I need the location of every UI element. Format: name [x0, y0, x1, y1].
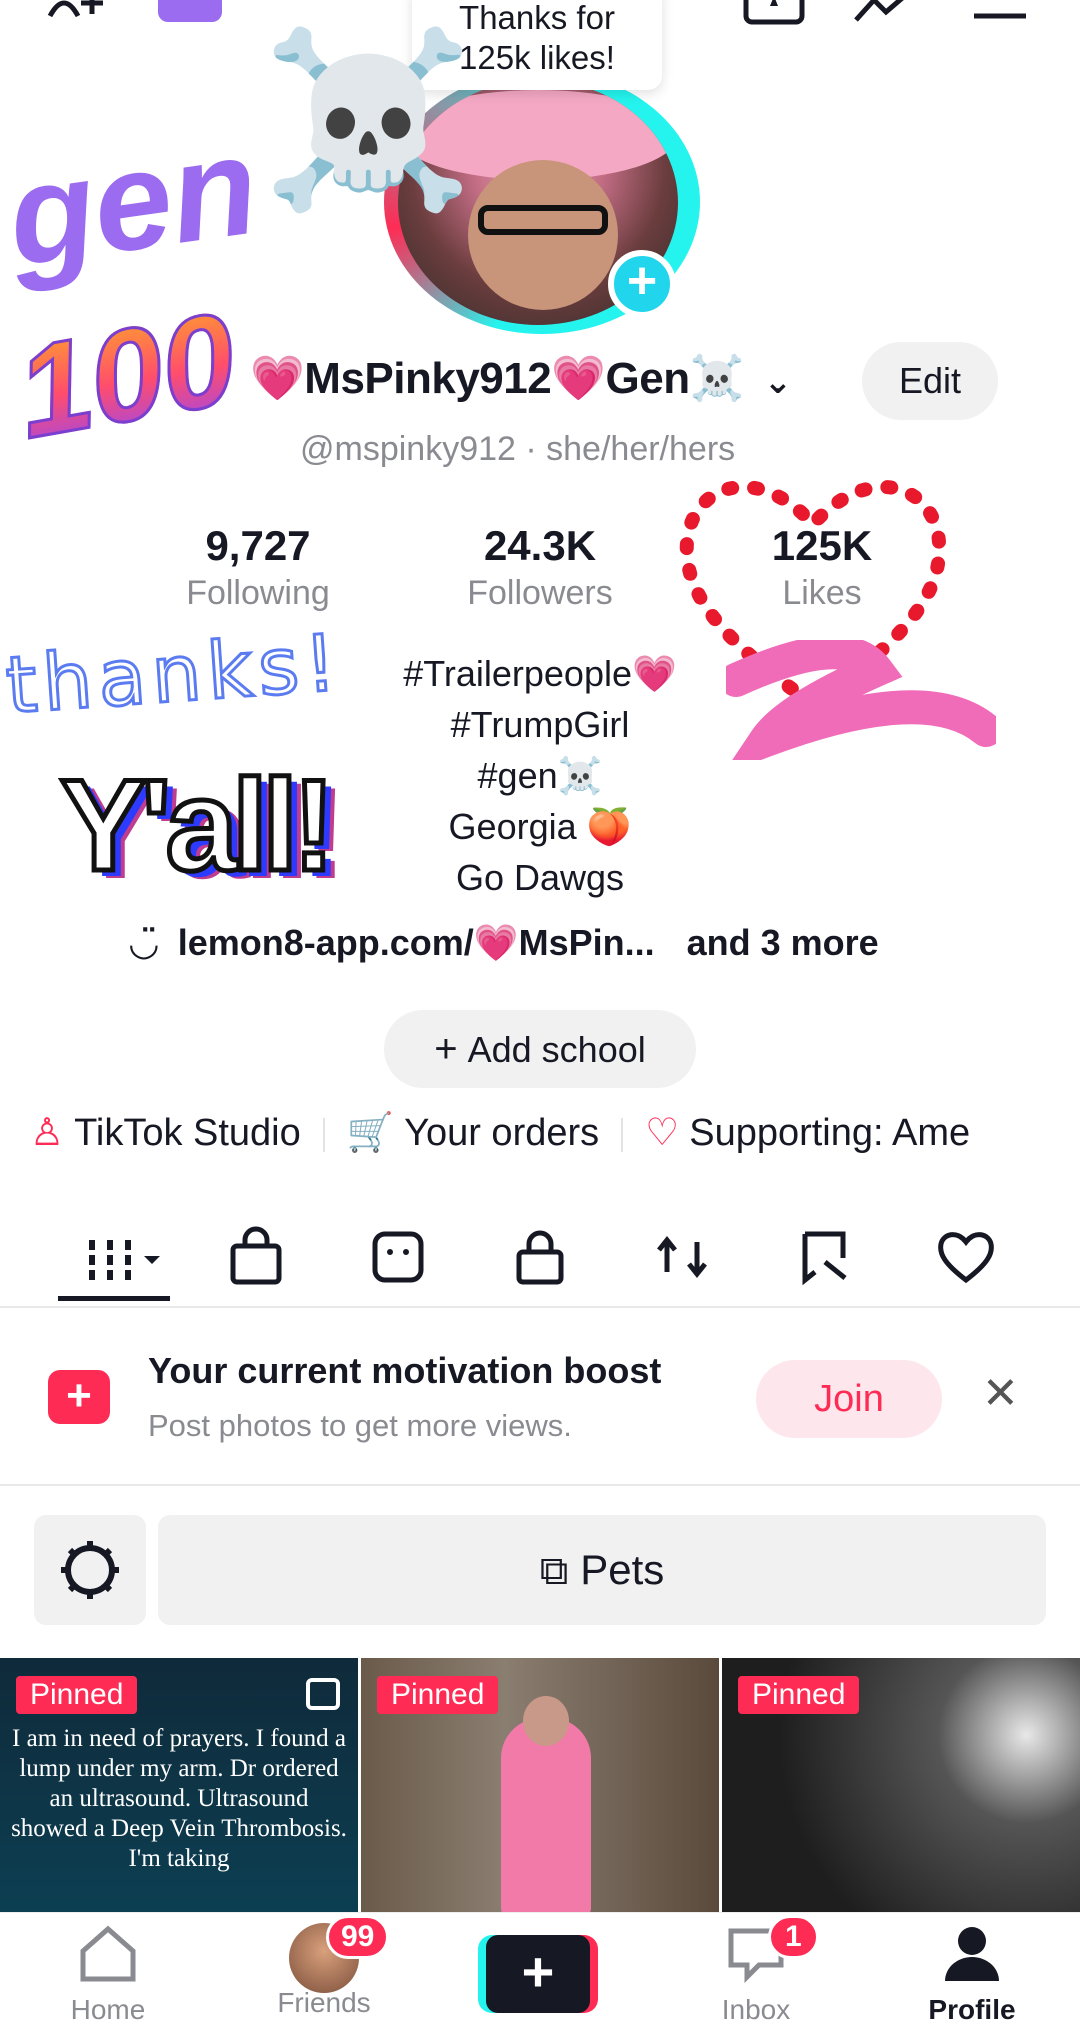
edit-profile-button[interactable]: Edit [862, 342, 998, 420]
tab-stickers[interactable] [358, 1222, 438, 1302]
tab-shop[interactable] [216, 1222, 296, 1302]
nav-profile[interactable]: Profile [892, 1923, 1052, 2026]
video-thumbnail[interactable]: Pinned [361, 1658, 719, 1914]
tiktok-badge-icon[interactable] [158, 0, 222, 22]
avatar-glasses [478, 205, 608, 235]
pinned-badge: Pinned [738, 1676, 860, 1714]
menu-icon[interactable] [970, 0, 1030, 31]
video-thumbnail[interactable]: Pinned I am in need of prayers. I found … [0, 1658, 358, 1914]
cart-icon: 🛒 [346, 1112, 395, 1154]
stat-likes[interactable]: 125K Likes [712, 522, 932, 613]
boost-title: Your current motivation boost [148, 1350, 662, 1391]
activity-icon[interactable] [852, 0, 922, 31]
pinned-badge: Pinned [377, 1676, 499, 1714]
tab-saved[interactable] [784, 1222, 864, 1302]
collection-icon: ⧉ [539, 1549, 569, 1593]
nav-label: Friends [277, 1987, 371, 2018]
add-school-label: Add school [467, 1029, 646, 1070]
plus-icon: + [486, 1935, 590, 2013]
nav-friends[interactable]: Friends 99 [244, 1915, 404, 2019]
pink-scribble-sticker [719, 635, 1003, 775]
divider [322, 1117, 325, 1152]
stat-followers[interactable]: 24.3K Followers [430, 522, 650, 613]
nav-inbox[interactable]: Inbox 1 [676, 1915, 836, 2026]
heart-hand-icon: ♡ [645, 1112, 680, 1154]
creator-tools-row: ♙ TikTok Studio 🛒 Your orders ♡ Supporting: A… [30, 1110, 988, 1155]
add-story-button[interactable]: + [608, 250, 676, 318]
plus-icon: + [434, 1027, 458, 1071]
carousel-icon [306, 1678, 340, 1710]
video-thumbnail[interactable]: Pinned [722, 1658, 1080, 1914]
stat-label: Following [186, 574, 330, 612]
person-star-icon: ♙ [30, 1112, 65, 1154]
collection-settings-button[interactable] [34, 1515, 146, 1625]
nav-home[interactable]: Home [28, 1923, 188, 2026]
close-icon[interactable]: ✕ [982, 1368, 1019, 1419]
stat-value: 9,727 [205, 522, 311, 569]
motivation-boost-banner: + Your current motivation boost Post pho… [0, 1320, 1080, 1486]
tab-videos[interactable] [74, 1222, 160, 1302]
chevron-down-icon[interactable]: ⌄ [764, 363, 793, 401]
supporting-link[interactable]: ♡ Supporting: Ame [645, 1110, 970, 1155]
content-tabs [0, 1212, 1080, 1308]
friends-badge: 99 [326, 1915, 390, 1959]
display-name-text: 💗MsPinky912💗Gen☠️ [250, 354, 744, 403]
person-head [523, 1696, 569, 1746]
create-button[interactable]: + [478, 1935, 598, 2013]
profile-icon [958, 1927, 986, 1955]
tiktok-studio-link[interactable]: ♙ TikTok Studio [30, 1110, 301, 1155]
boost-subtitle: Post photos to get more views. [148, 1408, 572, 1443]
join-button[interactable]: Join [756, 1360, 942, 1438]
tool-label: Supporting: Ame [689, 1112, 971, 1154]
pets-collection-button[interactable]: ⧉ Pets [158, 1515, 1046, 1625]
stat-following[interactable]: 9,727 Following [148, 522, 368, 613]
plus-box-icon: + [48, 1370, 110, 1424]
home-icon [80, 1925, 136, 1982]
bio-line: Georgia 🍑 [448, 806, 632, 847]
nav-label: Profile [928, 1994, 1016, 2025]
collection-label: Pets [580, 1546, 665, 1593]
pinned-badge: Pinned [16, 1676, 138, 1714]
add-school-button[interactable]: + Add school [384, 1010, 696, 1088]
bio-line: #Trailerpeople💗 [403, 653, 677, 694]
tab-private[interactable] [500, 1222, 580, 1302]
thanks-sticker: thanks! [2, 617, 347, 733]
bio-line: #TrumpGirl [450, 704, 630, 745]
tab-reposts[interactable] [642, 1222, 722, 1302]
video-caption: I am in need of prayers. I found a lump … [11, 1725, 347, 1872]
bio-line: #gen☠️ [477, 755, 603, 796]
yall-sticker: Y'all! [57, 750, 337, 901]
hundred-sticker: 100 [5, 283, 247, 467]
skull-sticker: ☠️ [262, 25, 474, 215]
stat-label: Likes [782, 574, 862, 612]
bio-link-row[interactable]: ◡̈ lemon8-app.com/💗MsPin... and 3 more [130, 922, 879, 964]
bottom-navigation: Home Friends 99 + Inbox 1 Profile [0, 1912, 1080, 2032]
bio-line: Go Dawgs [455, 857, 625, 898]
stat-label: Followers [467, 574, 613, 612]
display-name[interactable]: 💗MsPinky912💗Gen☠️ ⌄ [250, 352, 792, 404]
add-friend-icon[interactable] [44, 0, 114, 31]
avatar-face [468, 160, 618, 310]
divider [621, 1117, 624, 1152]
gen-sticker: gen [0, 105, 267, 296]
tool-label: Your orders [404, 1112, 600, 1154]
link-icon: ◡̈ [130, 922, 158, 963]
your-orders-link[interactable]: 🛒 Your orders [347, 1111, 599, 1155]
username-handle: @mspinky912 · she/her/hers [300, 430, 736, 468]
inbox-badge: 1 [768, 1915, 819, 1959]
nav-label: Home [70, 1994, 146, 2025]
person-figure [501, 1718, 591, 1914]
nav-label: Inbox [721, 1994, 791, 2025]
bio: #Trailerpeople💗 #TrumpGirl #gen☠️ Georgi… [380, 648, 700, 903]
favorites-icon[interactable] [742, 0, 806, 31]
active-tab-indicator [58, 1296, 170, 1301]
bio-link[interactable]: lemon8-app.com/💗MsPin... [178, 922, 655, 963]
tool-label: TikTok Studio [74, 1112, 301, 1154]
more-links[interactable]: and 3 more [687, 922, 879, 963]
stat-value: 24.3K [483, 522, 597, 569]
stat-value: 125K [771, 522, 873, 569]
tab-liked[interactable] [926, 1222, 1006, 1302]
